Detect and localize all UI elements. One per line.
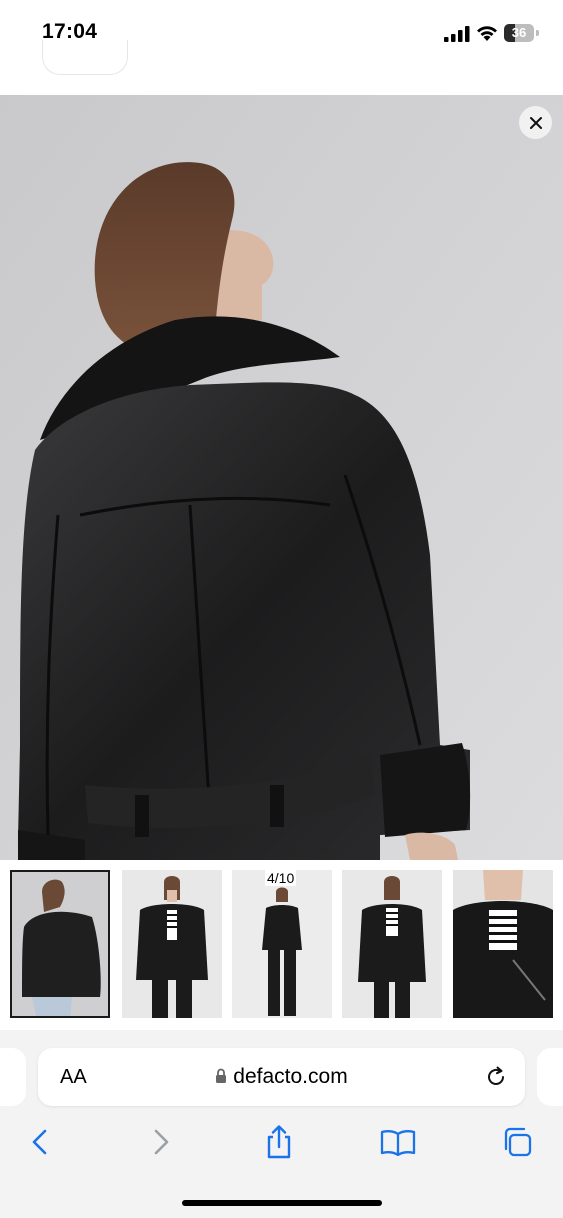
safari-toolbar: AA defacto.com	[0, 1030, 563, 1218]
previous-tab-preview[interactable]	[0, 1048, 26, 1106]
close-button[interactable]	[519, 106, 552, 139]
share-icon	[267, 1125, 291, 1159]
image-counter: 4/10	[265, 870, 297, 886]
tabs-button[interactable]	[497, 1122, 537, 1162]
thumbnail-3[interactable]	[232, 870, 332, 1018]
forward-icon	[154, 1129, 169, 1155]
back-button[interactable]	[20, 1122, 60, 1162]
close-icon	[529, 116, 542, 129]
tabs-icon	[504, 1127, 532, 1157]
bookmarks-button[interactable]	[378, 1122, 418, 1162]
product-image[interactable]	[0, 95, 563, 860]
url-field[interactable]: defacto.com	[38, 1065, 525, 1089]
cellular-signal-icon	[444, 26, 470, 42]
thumbnail-5[interactable]	[453, 870, 553, 1018]
back-icon	[32, 1129, 47, 1155]
bookmarks-icon	[380, 1130, 416, 1156]
address-bar[interactable]: AA defacto.com	[38, 1048, 525, 1106]
jacket-back-photo	[0, 95, 563, 860]
home-indicator	[182, 1200, 382, 1206]
page-control-stub	[42, 40, 128, 75]
share-button[interactable]	[259, 1122, 299, 1162]
next-tab-preview[interactable]	[537, 1048, 563, 1106]
thumbnail-2[interactable]	[122, 870, 222, 1018]
thumbnail-4[interactable]	[342, 870, 442, 1018]
url-text: defacto.com	[233, 1065, 348, 1088]
wifi-icon	[477, 26, 497, 41]
lock-icon	[216, 1068, 227, 1083]
reload-icon[interactable]	[484, 1065, 508, 1089]
thumbnail-1[interactable]	[10, 870, 110, 1018]
battery-icon: 36	[504, 24, 540, 42]
forward-button[interactable]	[141, 1122, 181, 1162]
battery-level: 36	[511, 25, 527, 40]
